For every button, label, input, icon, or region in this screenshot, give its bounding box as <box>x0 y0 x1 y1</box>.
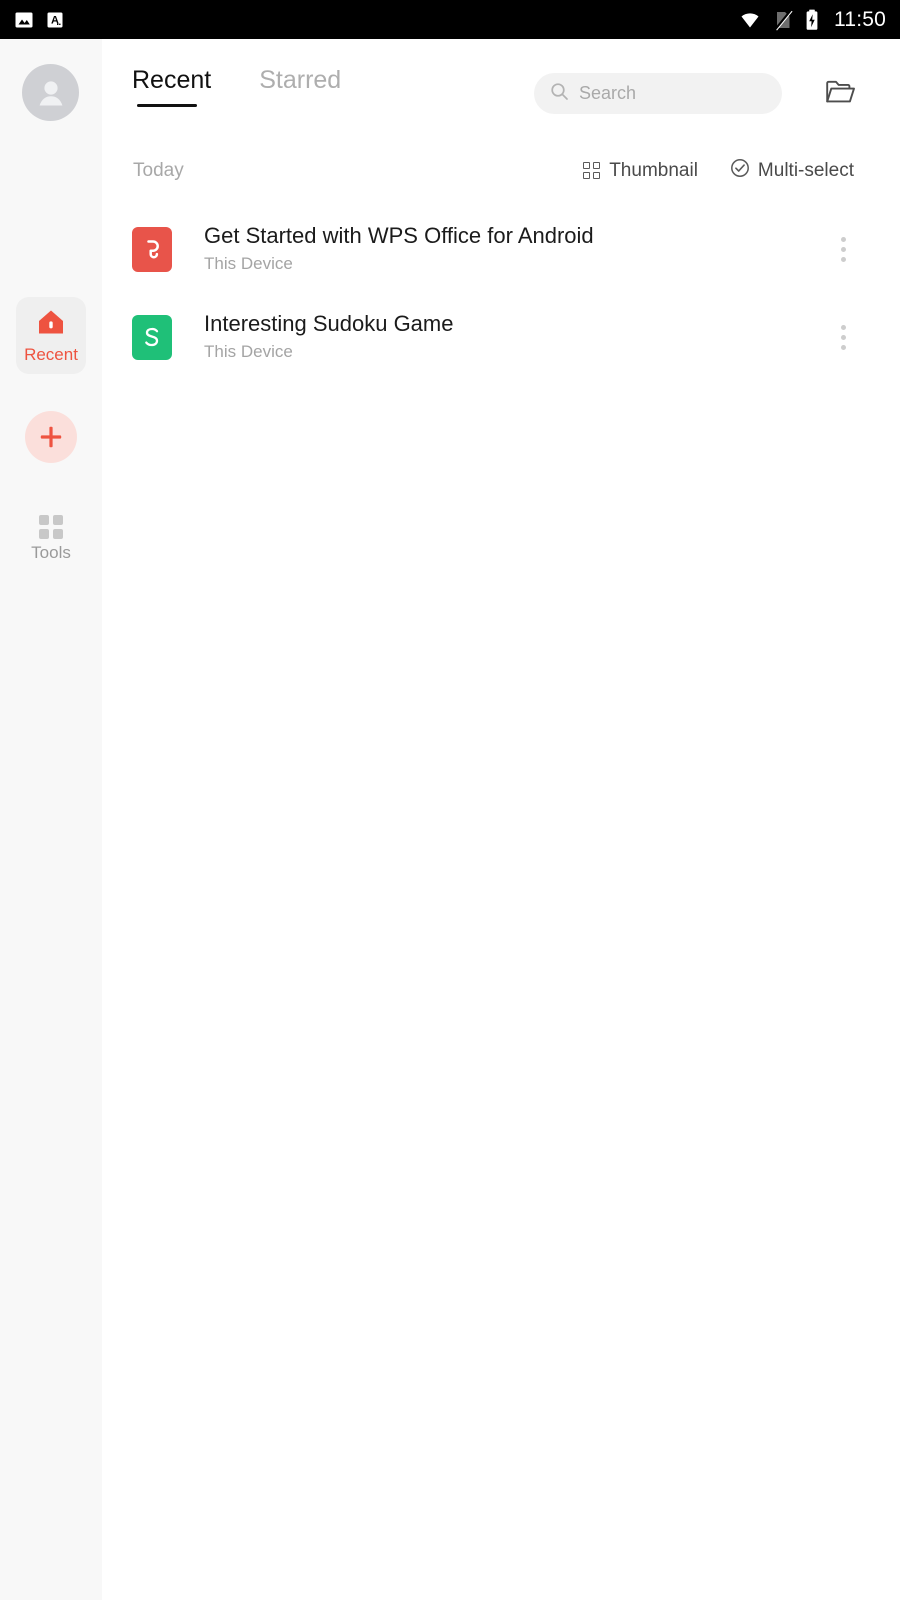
search-icon <box>550 82 569 106</box>
folder-icon <box>825 79 855 110</box>
list-item[interactable]: Get Started with WPS Office for Android … <box>102 205 900 293</box>
app-screen: A 11:50 Recent Tools Recent Starred Sear… <box>0 0 900 1600</box>
tab-starred[interactable]: Starred <box>259 66 341 107</box>
open-folder-button[interactable] <box>820 76 860 112</box>
battery-charging-icon <box>805 9 819 31</box>
more-options-icon[interactable] <box>830 321 856 353</box>
sidebar-item-create[interactable] <box>16 411 86 463</box>
file-list: Get Started with WPS Office for Android … <box>102 205 900 381</box>
search-placeholder: Search <box>579 83 637 103</box>
grid-view-icon <box>583 162 601 180</box>
user-avatar[interactable] <box>22 64 79 121</box>
tab-starred-label: Starred <box>259 66 342 94</box>
file-text: Get Started with WPS Office for Android … <box>204 223 594 274</box>
more-options-icon[interactable] <box>830 233 856 265</box>
spreadsheet-file-icon <box>132 314 172 360</box>
pdf-file-icon <box>132 226 172 272</box>
section-title: Today <box>133 160 184 181</box>
list-item[interactable]: Interesting Sudoku Game This Device <box>102 293 900 381</box>
home-icon <box>36 308 66 341</box>
multi-select-button[interactable]: Multi-select <box>730 158 854 184</box>
sidebar-item-recent-label: Recent <box>24 345 78 364</box>
search-input[interactable]: Search <box>534 73 782 114</box>
multi-select-label: Multi-select <box>757 160 854 181</box>
view-actions: Thumbnail Multi-select <box>583 158 854 184</box>
status-bar-left-icons: A <box>14 10 65 30</box>
tab-recent-label: Recent <box>132 66 212 94</box>
wifi-icon <box>739 9 761 31</box>
tab-recent[interactable]: Recent <box>132 66 211 107</box>
file-location: This Device <box>204 254 293 274</box>
status-bar-clock: 11:50 <box>834 7 886 31</box>
section-header: Today Thumbnail Multi-select <box>102 149 900 193</box>
sidebar-item-recent[interactable]: Recent <box>16 297 86 374</box>
main-content: Recent Starred Search Today Thumbnail Mu… <box>102 39 900 1600</box>
grid-icon <box>39 515 63 539</box>
top-bar: Recent Starred Search <box>102 39 900 135</box>
thumbnail-view-button[interactable]: Thumbnail <box>583 160 698 182</box>
file-name: Get Started with WPS Office for Android <box>204 223 594 249</box>
tab-bar: Recent Starred <box>132 66 341 107</box>
check-circle-icon <box>730 158 750 184</box>
no-sim-icon <box>773 9 793 31</box>
file-location: This Device <box>204 342 293 362</box>
sidebar-item-tools-label: Tools <box>31 543 71 562</box>
status-bar: A 11:50 <box>0 0 900 39</box>
status-bar-right-icons: 11:50 <box>739 8 886 32</box>
file-name: Interesting Sudoku Game <box>204 311 454 337</box>
plus-icon <box>25 411 77 463</box>
left-sidebar: Recent Tools <box>0 39 102 1600</box>
thumbnail-view-label: Thumbnail <box>609 160 698 181</box>
image-icon <box>14 10 34 30</box>
file-text: Interesting Sudoku Game This Device <box>204 311 454 362</box>
font-size-icon: A <box>45 10 65 30</box>
sidebar-item-tools[interactable]: Tools <box>16 509 86 567</box>
